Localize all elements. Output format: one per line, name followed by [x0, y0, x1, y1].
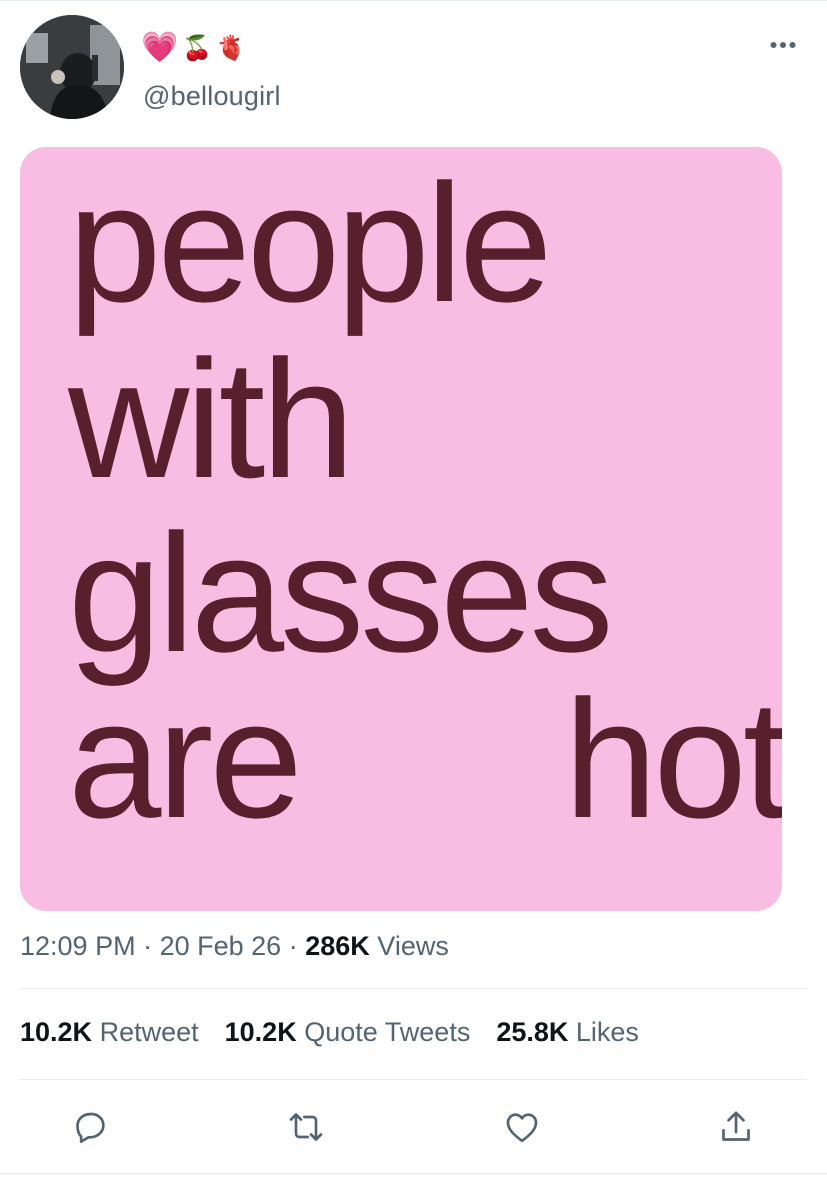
- likes-stat[interactable]: 25.8K Likes: [496, 1017, 639, 1048]
- image-text-word: glasses: [68, 499, 614, 687]
- meta-separator: ·: [143, 931, 153, 961]
- retweets-stat[interactable]: 10.2K Retweet: [20, 1017, 199, 1048]
- views-count: 286K: [305, 931, 370, 961]
- more-button[interactable]: [767, 29, 799, 61]
- retweet-icon: [289, 1113, 323, 1141]
- share-button[interactable]: [714, 1105, 758, 1149]
- tweet-time[interactable]: 12:09 PM: [20, 931, 136, 961]
- share-icon: [722, 1111, 750, 1141]
- like-icon: [506, 1113, 538, 1143]
- author-handle[interactable]: @bellougirl: [143, 81, 281, 112]
- quote-tweets-label: Quote Tweets: [304, 1017, 471, 1047]
- retweets-count: 10.2K: [20, 1017, 93, 1047]
- image-text-word: hot: [564, 665, 782, 853]
- display-name-emojis: 💗 🍒 🫀: [141, 32, 246, 64]
- retweet-button[interactable]: [284, 1105, 328, 1149]
- avatar[interactable]: [20, 15, 124, 119]
- tweet-image[interactable]: people with glasses are hot: [20, 147, 782, 911]
- like-button[interactable]: [500, 1105, 544, 1149]
- avatar-photo: [20, 15, 124, 119]
- views-label: Views: [377, 931, 449, 961]
- quote-tweets-count: 10.2K: [224, 1017, 297, 1047]
- divider: [0, 1173, 827, 1174]
- tweet-meta: 12:09 PM · 20 Feb 26 · 286K Views: [20, 931, 449, 962]
- image-text-word: are: [68, 665, 303, 853]
- divider: [20, 988, 807, 989]
- more-horizontal-icon: [770, 42, 796, 48]
- quote-tweets-stat[interactable]: 10.2K Quote Tweets: [225, 1017, 471, 1048]
- pink-heart-emoji: 💗: [141, 30, 179, 65]
- anatomical-heart-emoji: 🫀: [216, 34, 247, 62]
- likes-label: Likes: [575, 1017, 639, 1047]
- reply-button[interactable]: [68, 1105, 112, 1149]
- tweet-actions: [0, 1105, 827, 1149]
- tweet: 💗 🍒 🫀 @bellougirl people with glasses ar…: [0, 0, 827, 1177]
- cherries-emoji: 🍒: [182, 34, 213, 62]
- tweet-stats: 10.2K Retweet 10.2K Quote Tweets 25.8K L…: [20, 1017, 639, 1048]
- image-text-word: people: [68, 149, 552, 337]
- meta-separator: ·: [288, 931, 298, 961]
- retweets-label: Retweet: [99, 1017, 199, 1047]
- image-text-word: with: [68, 325, 355, 513]
- tweet-date[interactable]: 20 Feb 26: [160, 931, 282, 961]
- divider: [20, 1079, 807, 1080]
- likes-count: 25.8K: [496, 1017, 569, 1047]
- reply-icon: [76, 1112, 105, 1143]
